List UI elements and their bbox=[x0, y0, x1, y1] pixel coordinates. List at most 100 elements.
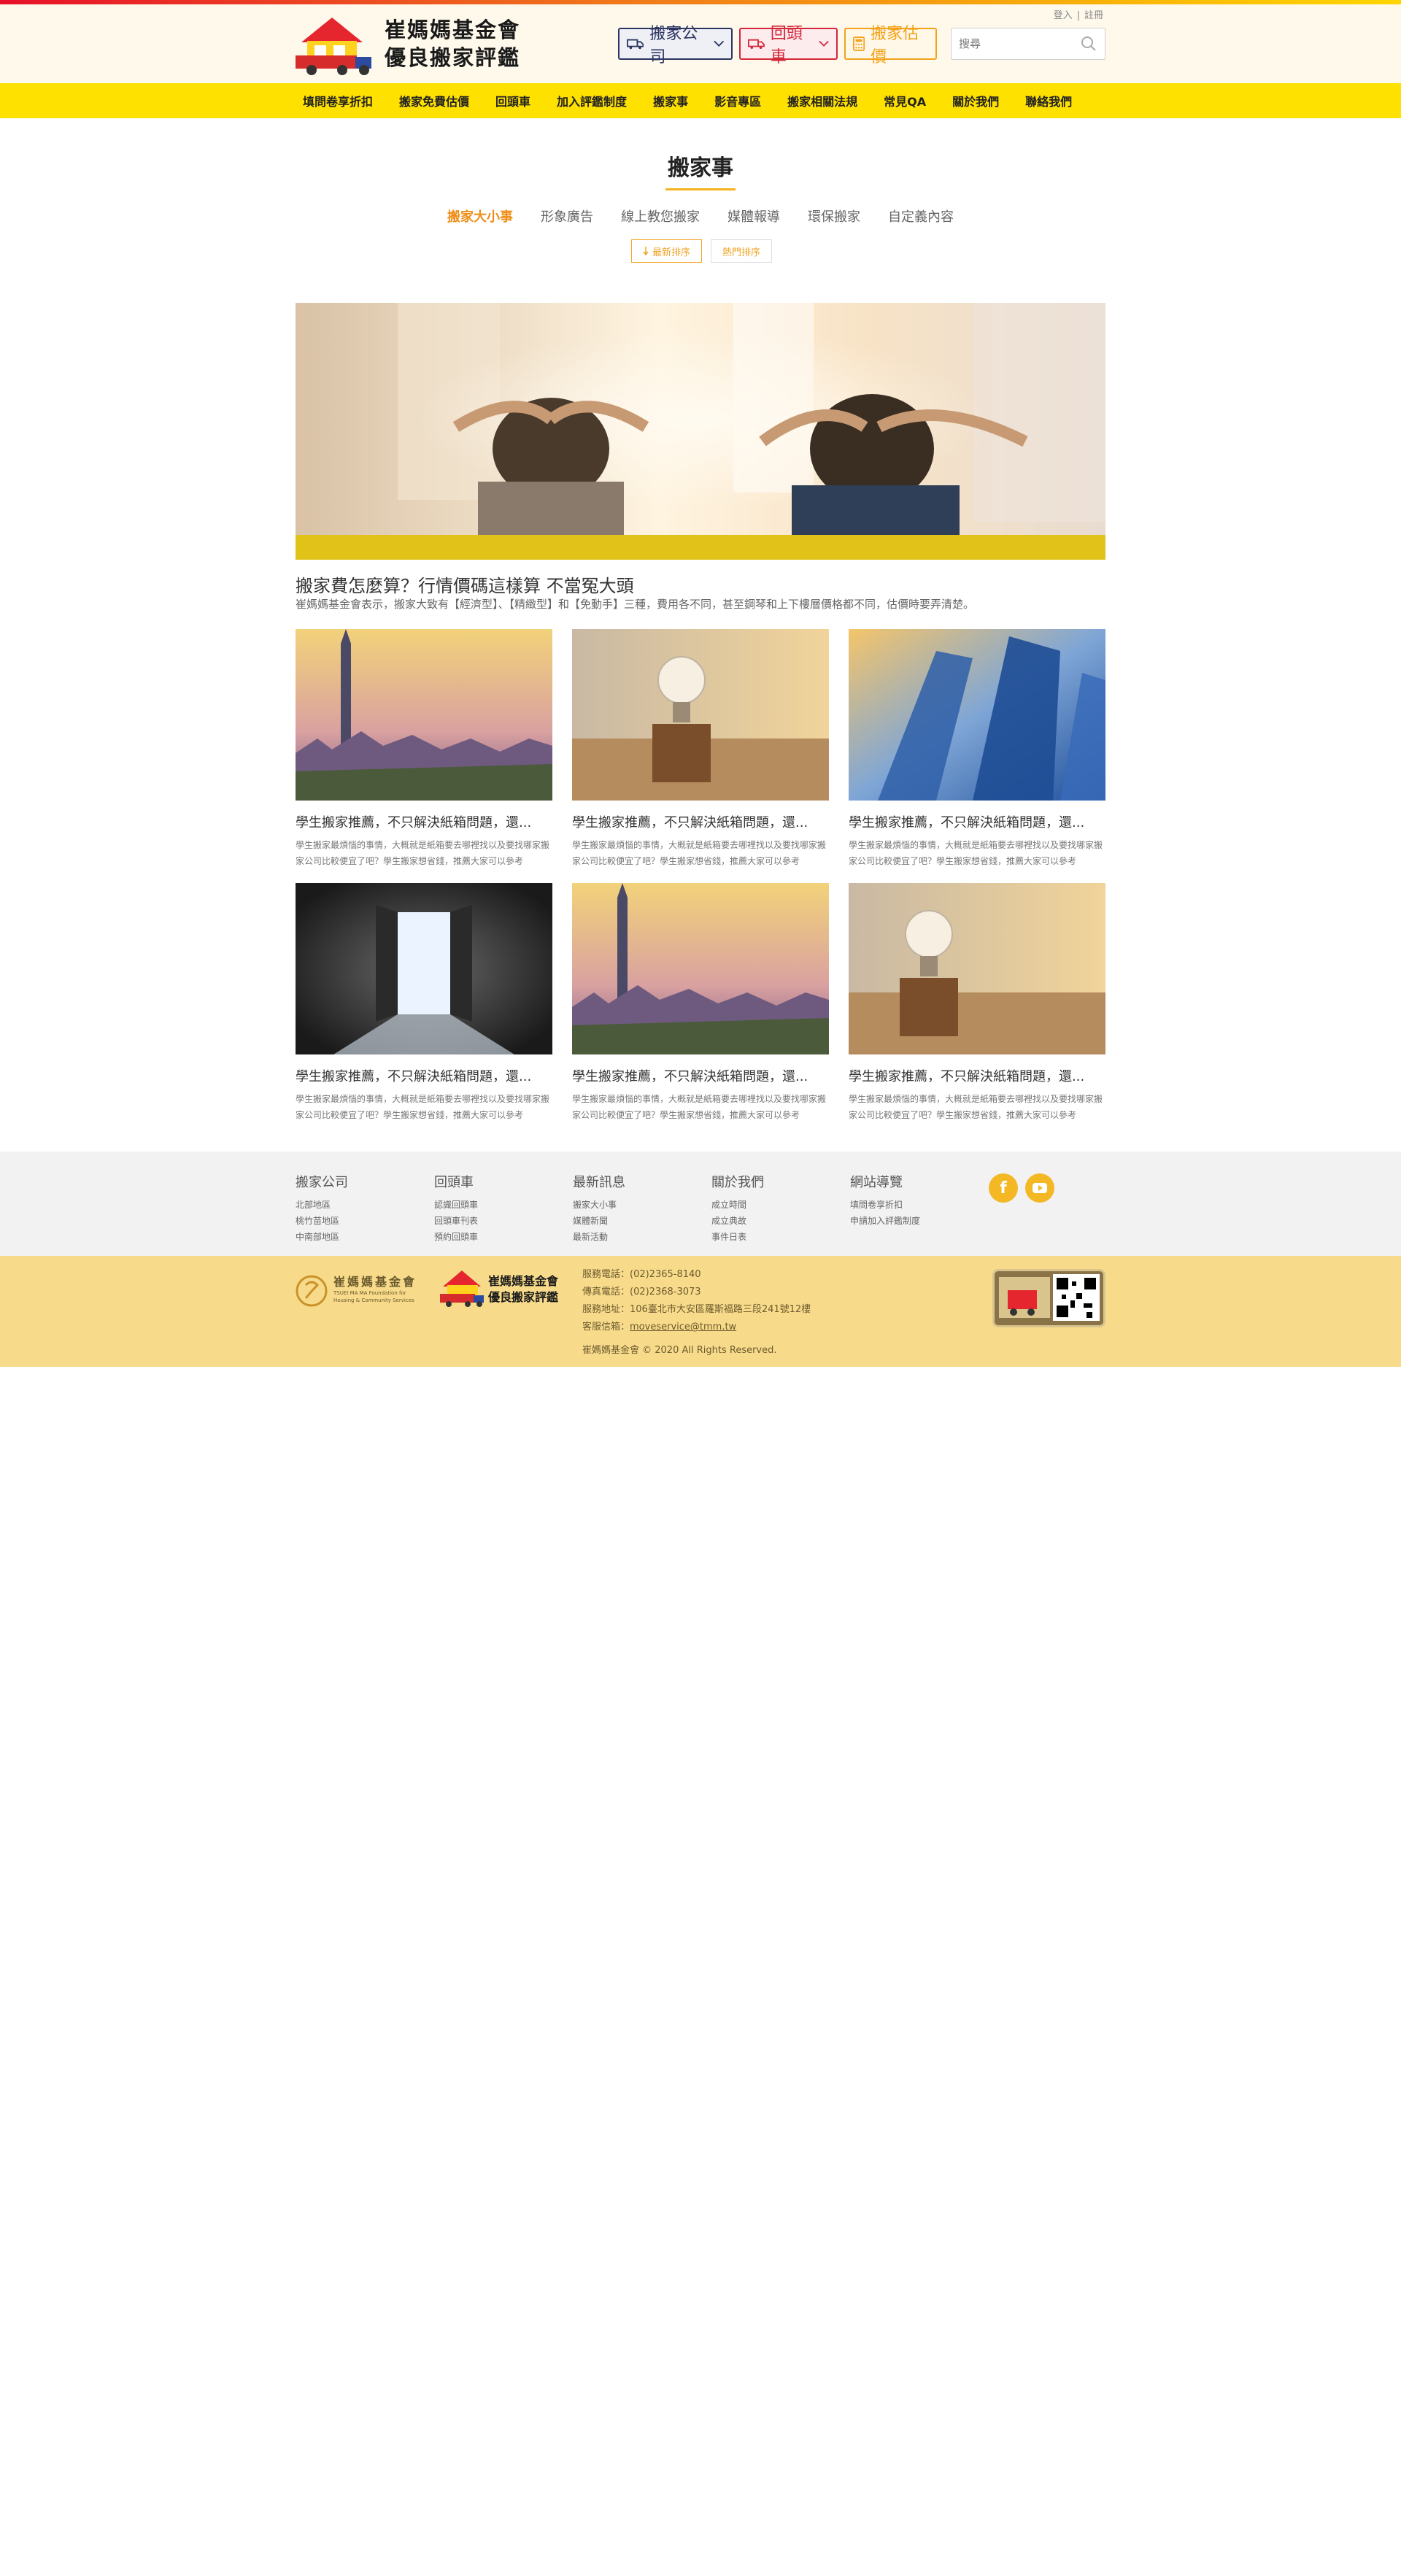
return-truck-button[interactable]: 回頭車 bbox=[739, 25, 838, 66]
qr-code-icon bbox=[999, 1274, 1100, 1321]
facebook-icon[interactable]: f bbox=[989, 1173, 1018, 1203]
hero-article-title[interactable]: 搬家費怎麼算？行情價碼這樣算 不當冤大頭 bbox=[296, 571, 634, 597]
card-title: 學生搬家推薦，不只解決紙箱問題，還... bbox=[572, 1069, 808, 1084]
footer-link[interactable]: 搬家大小事 bbox=[573, 1197, 625, 1213]
foundation-name: 崔媽媽基金會 bbox=[333, 1275, 417, 1289]
footer-link[interactable]: 中南部地區 bbox=[296, 1229, 348, 1245]
light-bulb-image bbox=[572, 629, 829, 801]
article-card[interactable]: 學生搬家推薦，不只解決紙箱問題，還... 學生搬家最煩惱的事情，大概就是紙箱要去… bbox=[296, 629, 552, 869]
login-link[interactable]: 登入 bbox=[1054, 10, 1073, 21]
footer-link[interactable]: 申請加入評鑑制度 bbox=[850, 1213, 920, 1229]
light-bulb-image bbox=[849, 883, 1105, 1054]
card-title: 學生搬家推薦，不只解決紙箱問題，還... bbox=[849, 1069, 1085, 1084]
footer-link[interactable]: 成立時間 bbox=[711, 1197, 764, 1213]
footer-link[interactable]: 最新活動 bbox=[573, 1229, 625, 1245]
city-skyline-image bbox=[572, 883, 829, 1054]
nav-item-contact[interactable]: 聯絡我們 bbox=[1012, 92, 1085, 109]
email-label: 客服信箱： bbox=[582, 1322, 630, 1333]
sort-popular-label: 熱門排序 bbox=[722, 247, 761, 258]
nav-item-free-estimate[interactable]: 搬家免費估價 bbox=[386, 92, 482, 109]
site-logo[interactable]: 崔媽媽基金會 優良搬家評鑑 bbox=[296, 10, 522, 76]
article-card[interactable]: 學生搬家推薦，不只解決紙箱問題，還... 學生搬家最煩惱的事情，大概就是紙箱要去… bbox=[572, 629, 829, 869]
nav-item-videos[interactable]: 影音專區 bbox=[701, 92, 774, 109]
chevron-down-icon bbox=[713, 40, 724, 47]
footer-link[interactable]: 桃竹苗地區 bbox=[296, 1213, 348, 1229]
nav-item-survey[interactable]: 填問卷享折扣 bbox=[296, 92, 386, 109]
nav-item-moving-news[interactable]: 搬家事 bbox=[640, 92, 701, 109]
sort-options: 最新排序 熱門排序 bbox=[631, 239, 773, 263]
title-underline bbox=[665, 188, 736, 190]
article-card[interactable]: 學生搬家推薦，不只解決紙箱問題，還... 學生搬家最煩惱的事情，大概就是紙箱要去… bbox=[849, 883, 1105, 1123]
tab-media-reports[interactable]: 媒體報導 bbox=[727, 207, 780, 225]
moving-company-button[interactable]: 搬家公司 bbox=[618, 25, 733, 66]
card-title: 學生搬家推薦，不只解決紙箱問題，還... bbox=[296, 1069, 532, 1084]
footer-col-about: 關於我們 成立時間 成立典故 事件日表 bbox=[711, 1172, 764, 1245]
sort-latest-button[interactable]: 最新排序 bbox=[631, 239, 703, 263]
tab-custom-content[interactable]: 自定義內容 bbox=[888, 207, 954, 225]
skyscrapers-image bbox=[849, 629, 1105, 801]
tab-image-ads[interactable]: 形象廣告 bbox=[541, 207, 593, 225]
footer-col-sitemap: 網站導覽 填問卷享折扣 申請加入評鑑制度 bbox=[850, 1172, 920, 1229]
brand-name: 崔媽媽基金會 優良搬家評鑑 bbox=[385, 16, 520, 72]
footer-col-title: 搬家公司 bbox=[296, 1175, 348, 1190]
footer-col-title: 最新訊息 bbox=[573, 1175, 625, 1190]
house-truck-logo-icon bbox=[296, 18, 371, 75]
calculator-icon bbox=[853, 36, 865, 51]
foundation-logo[interactable]: 崔媽媽基金會 TSUEI MA MA Foundation for Housin… bbox=[296, 1269, 427, 1313]
service-phone: 服務電話：(02)2365-8140 bbox=[582, 1269, 701, 1280]
footer-col-return-truck: 回頭車 認識回頭車 回頭車刊表 預約回頭車 bbox=[434, 1172, 478, 1245]
footer-info: 崔媽媽基金會 TSUEI MA MA Foundation for Housin… bbox=[0, 1256, 1401, 1367]
footer-link[interactable]: 媒體新聞 bbox=[573, 1213, 625, 1229]
card-desc: 學生搬家最煩惱的事情，大概就是紙箱要去哪裡找以及要找哪家搬家公司比較便宜了吧？學… bbox=[572, 840, 827, 866]
search-icon[interactable] bbox=[1080, 35, 1097, 53]
brand-line1: 崔媽媽基金會 bbox=[488, 1274, 559, 1288]
card-title: 學生搬家推薦，不只解決紙箱問題，還... bbox=[572, 815, 808, 830]
article-card[interactable]: 學生搬家推薦，不只解決紙箱問題，還... 學生搬家最煩惱的事情，大概就是紙箱要去… bbox=[572, 883, 829, 1123]
article-card[interactable]: 學生搬家推薦，不只解決紙箱問題，還... 學生搬家最煩惱的事情，大概就是紙箱要去… bbox=[296, 883, 552, 1123]
qr-code-badge[interactable] bbox=[992, 1269, 1105, 1327]
tab-eco-moving[interactable]: 環保搬家 bbox=[808, 207, 860, 225]
tab-online-guide[interactable]: 線上教您搬家 bbox=[621, 207, 700, 225]
footer-col-news: 最新訊息 搬家大小事 媒體新聞 最新活動 bbox=[573, 1172, 625, 1245]
footer-link[interactable]: 成立典故 bbox=[711, 1213, 764, 1229]
nav-item-join-evaluation[interactable]: 加入評鑑制度 bbox=[544, 92, 640, 109]
footer-link[interactable]: 回頭車刊表 bbox=[434, 1213, 478, 1229]
arrow-down-icon bbox=[643, 247, 649, 255]
youtube-icon[interactable] bbox=[1025, 1173, 1054, 1203]
card-title: 學生搬家推薦，不只解決紙箱問題，還... bbox=[849, 815, 1085, 830]
estimate-button[interactable]: 搬家估價 bbox=[844, 25, 937, 66]
card-title: 學生搬家推薦，不只解決紙箱問題，還... bbox=[296, 815, 532, 830]
nav-item-faq[interactable]: 常見QA bbox=[871, 92, 939, 109]
nav-item-regulations[interactable]: 搬家相關法規 bbox=[774, 92, 871, 109]
card-desc: 學生搬家最煩惱的事情，大概就是紙箱要去哪裡找以及要找哪家搬家公司比較便宜了吧？學… bbox=[849, 840, 1103, 866]
footer-col-title: 網站導覽 bbox=[850, 1175, 903, 1190]
footer-link[interactable]: 北部地區 bbox=[296, 1197, 348, 1213]
main-nav: 填問卷享折扣 搬家免費估價 回頭車 加入評鑑制度 搬家事 影音專區 搬家相關法規… bbox=[0, 83, 1401, 118]
couple-relaxing-on-sofa-image bbox=[296, 303, 1105, 560]
nav-item-about[interactable]: 關於我們 bbox=[939, 92, 1012, 109]
brand-line1: 崔媽媽基金會 bbox=[385, 18, 521, 42]
footer-link[interactable]: 認識回頭車 bbox=[434, 1197, 478, 1213]
footer-col-title: 回頭車 bbox=[434, 1175, 474, 1190]
copyright: 崔媽媽基金會 © 2020 All Rights Reserved. bbox=[582, 1345, 777, 1356]
email-row: 客服信箱：moveservice@tmm.tw bbox=[582, 1319, 811, 1336]
register-link[interactable]: 註冊 bbox=[1084, 10, 1103, 21]
article-card[interactable]: 學生搬家推薦，不只解決紙箱問題，還... 學生搬家最煩惱的事情，大概就是紙箱要去… bbox=[849, 629, 1105, 869]
category-tabs: 搬家大小事 形象廣告 線上教您搬家 媒體報導 環保搬家 自定義內容 bbox=[0, 207, 1401, 225]
hero-article-desc: 崔媽媽基金會表示，搬家大致有【經濟型】、【精緻型】和【免動手】三種，費用各不同，… bbox=[296, 598, 975, 611]
evaluation-logo[interactable]: 崔媽媽基金會 優良搬家評鑑 bbox=[440, 1268, 571, 1313]
hero-image[interactable] bbox=[296, 303, 1105, 560]
chevron-down-icon bbox=[819, 40, 829, 47]
open-door-image bbox=[296, 883, 552, 1054]
email-link[interactable]: moveservice@tmm.tw bbox=[630, 1322, 736, 1333]
footer-link[interactable]: 預約回頭車 bbox=[434, 1229, 478, 1245]
search-box bbox=[951, 28, 1105, 60]
nav-item-return-truck[interactable]: 回頭車 bbox=[482, 92, 544, 109]
footer-link[interactable]: 事件日表 bbox=[711, 1229, 764, 1245]
search-input[interactable] bbox=[952, 28, 1076, 59]
tab-moving-matters[interactable]: 搬家大小事 bbox=[447, 207, 513, 225]
play-icon bbox=[1033, 1183, 1047, 1193]
service-address: 服務地址：106臺北市大安區羅斯福路三段241號12樓 bbox=[582, 1304, 811, 1315]
footer-link[interactable]: 填問卷享折扣 bbox=[850, 1197, 920, 1213]
sort-popular-button[interactable]: 熱門排序 bbox=[711, 239, 773, 263]
